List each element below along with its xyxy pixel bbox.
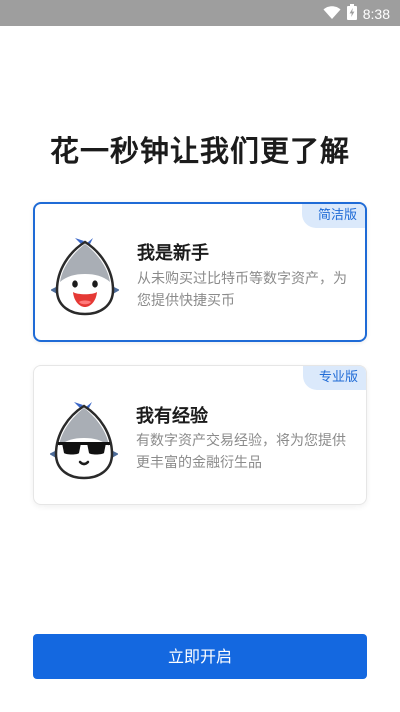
status-bar: 8:38 <box>0 0 400 26</box>
beginner-option-description: 从未购买过比特币等数字资产，为您提供快捷买币 <box>137 271 347 309</box>
sunglasses-mascot-icon <box>49 402 119 480</box>
beginner-option-title: 我是新手 <box>137 243 209 264</box>
experienced-option-card[interactable]: 专业版 我有经验 有数字资产交易经验，将为您提供更丰富的金融衍生品 <box>33 365 367 505</box>
wifi-icon <box>323 5 341 24</box>
simple-version-badge: 简洁版 <box>301 204 365 228</box>
beginner-option-card[interactable]: 简洁版 我是新手 从未购买过比特币等数字资产，为您提供快捷买币 <box>33 202 367 342</box>
pro-version-badge: 专业版 <box>302 366 366 390</box>
status-time: 8:38 <box>362 6 390 22</box>
start-now-button[interactable]: 立即开启 <box>33 634 367 679</box>
smiling-mascot-icon <box>50 238 120 316</box>
experienced-option-title: 我有经验 <box>136 406 208 427</box>
page-title: 花一秒钟让我们更了解 <box>49 134 350 168</box>
battery-charging-icon <box>346 4 357 24</box>
experienced-option-description: 有数字资产交易经验，将为您提供更丰富的金融衍生品 <box>136 433 346 471</box>
status-icons: 8:38 <box>323 4 390 24</box>
